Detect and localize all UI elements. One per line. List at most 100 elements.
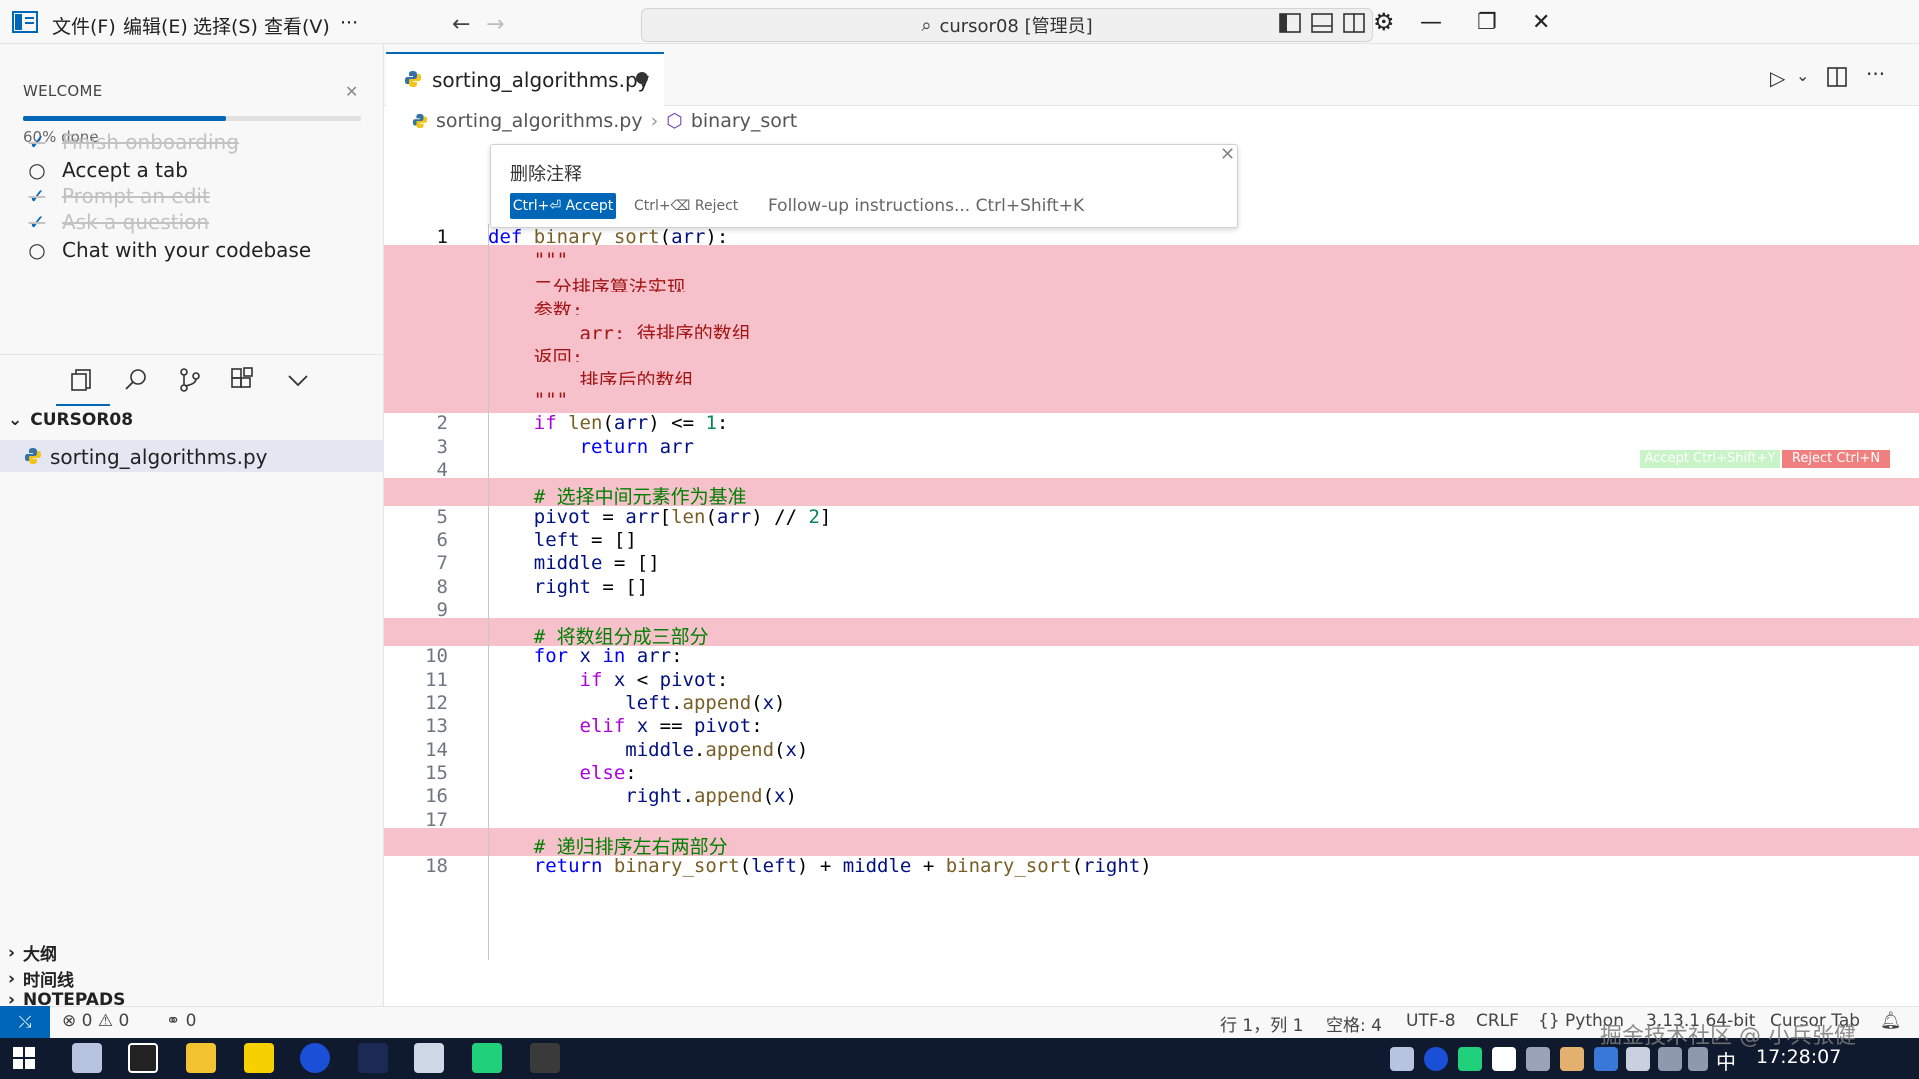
- back-arrow-icon[interactable]: ←: [452, 12, 470, 37]
- taskbar-file-explorer-icon[interactable]: [186, 1043, 216, 1073]
- onboarding-task[interactable]: ✓ Ask a question: [26, 210, 209, 234]
- indentation-setting[interactable]: 空格: 4: [1326, 1011, 1382, 1036]
- editor-tab-label: sorting_algorithms.py: [432, 68, 650, 92]
- watermark-text: 掘金技术社区 @ 小兵张健: [1600, 1024, 1856, 1049]
- tray-volume-icon[interactable]: [1688, 1047, 1708, 1071]
- accept-button[interactable]: Ctrl+⏎ Accept: [510, 193, 616, 219]
- onboarding-task[interactable]: ○ Chat with your codebase: [26, 238, 311, 262]
- settings-gear-icon[interactable]: ⚙: [1373, 8, 1395, 36]
- taskbar-avatar-app-icon[interactable]: [72, 1043, 102, 1073]
- timeline-label: 时间线: [23, 971, 75, 991]
- inline-edit-prompt: 删除注释: [510, 164, 582, 185]
- menu-view[interactable]: 查看(V): [264, 12, 330, 39]
- checkmark-icon: ✓: [28, 184, 46, 208]
- close-window-button[interactable]: ✕: [1532, 10, 1550, 35]
- tray-todo-icon[interactable]: [1424, 1047, 1448, 1071]
- breadcrumb-symbol[interactable]: binary_sort: [691, 110, 797, 132]
- code-line: 18 return binary_sort(left) + middle + b…: [384, 851, 1919, 879]
- ports-indicator[interactable]: ⚭ 0: [166, 1011, 196, 1031]
- line-number: 18: [425, 855, 448, 878]
- warning-icon: ⚠: [97, 1011, 114, 1031]
- checkmark-icon: ✓: [28, 130, 46, 154]
- breadcrumb-separator-icon: ›: [650, 110, 659, 132]
- outline-section-header[interactable]: › 大纲: [8, 940, 58, 966]
- explorer-icon[interactable]: [68, 366, 96, 394]
- onboarding-task[interactable]: ✓ Prompt an edit: [26, 184, 210, 208]
- menu-more[interactable]: ···: [340, 12, 358, 34]
- taskbar-media-player-icon[interactable]: [244, 1043, 274, 1073]
- timeline-section-header[interactable]: › 时间线: [8, 966, 75, 992]
- tray-network-icon[interactable]: [1526, 1047, 1550, 1071]
- tray-intellij-icon[interactable]: [1492, 1047, 1516, 1071]
- taskbar-pycharm-icon[interactable]: [472, 1043, 502, 1073]
- chevron-down-icon[interactable]: [284, 366, 312, 394]
- active-view-indicator: [56, 404, 110, 406]
- run-dropdown-chevron-icon[interactable]: ⌄: [1796, 66, 1809, 85]
- windows-start-icon[interactable]: [12, 1046, 36, 1070]
- cube-symbol-icon: ⬡: [666, 110, 683, 132]
- minimize-button[interactable]: —: [1420, 10, 1442, 35]
- python-file-icon: [405, 71, 421, 87]
- menu-file[interactable]: 文件(F): [52, 12, 116, 39]
- welcome-close-icon[interactable]: ✕: [345, 82, 358, 101]
- tray-wifi-icon[interactable]: [1658, 1047, 1682, 1071]
- cursor-position[interactable]: 行 1，列 1: [1220, 1011, 1303, 1036]
- breadcrumb-file[interactable]: sorting_algorithms.py: [436, 110, 643, 132]
- tray-avatar-icon[interactable]: [1390, 1047, 1414, 1071]
- more-actions-icon[interactable]: ···: [1866, 62, 1885, 86]
- taskbar-editor-icon[interactable]: [414, 1043, 444, 1073]
- reject-button[interactable]: Ctrl+⌫ Reject: [634, 198, 738, 214]
- source-control-icon[interactable]: [176, 366, 204, 394]
- tray-pet-icon[interactable]: [1560, 1047, 1584, 1071]
- onboarding-task-label: Chat with your codebase: [62, 238, 312, 262]
- tray-display-icon[interactable]: [1594, 1047, 1618, 1071]
- inline-reject-button[interactable]: Reject Ctrl+N: [1782, 450, 1890, 468]
- broadcast-icon: ⚭: [166, 1011, 181, 1031]
- warning-count: 0: [118, 1011, 130, 1031]
- explorer-folder-header[interactable]: ⌄ CURSOR08: [8, 410, 133, 430]
- indent-guide: [488, 224, 489, 960]
- search-view-icon[interactable]: [122, 366, 150, 394]
- encoding-setting[interactable]: UTF-8: [1406, 1011, 1456, 1031]
- run-icon[interactable]: ▷: [1770, 66, 1785, 90]
- chevron-right-icon: ›: [8, 968, 16, 989]
- onboarding-task-label: Prompt an edit: [62, 184, 210, 208]
- taskbar-cursor-icon[interactable]: [530, 1043, 560, 1073]
- toggle-panel-icon[interactable]: [1310, 12, 1334, 34]
- code-editor[interactable]: 1 def binary_sort(arr): """ 二分排序算法实现 参数: …: [384, 224, 1919, 1006]
- braces-icon: {}: [1538, 1011, 1560, 1031]
- sidebar-divider: [0, 354, 384, 355]
- unsaved-indicator-icon[interactable]: [636, 72, 648, 84]
- notifications-bell-icon[interactable]: 🔔︎: [1880, 1011, 1902, 1031]
- forward-arrow-icon[interactable]: →: [486, 12, 504, 37]
- tray-battery-icon[interactable]: [1626, 1047, 1650, 1071]
- close-popup-icon[interactable]: ✕: [1220, 144, 1235, 165]
- circle-icon: ○: [28, 158, 46, 182]
- onboarding-task-label: Ask a question: [62, 210, 210, 234]
- error-count: 0: [81, 1011, 93, 1031]
- eol-setting[interactable]: CRLF: [1476, 1011, 1519, 1031]
- outline-label: 大纲: [23, 945, 58, 965]
- toggle-primary-sidebar-icon[interactable]: [1278, 12, 1302, 34]
- command-center-search[interactable]: ⌕ cursor08 [管理员]: [641, 8, 1373, 42]
- restore-button[interactable]: ❐: [1477, 10, 1497, 35]
- extensions-icon[interactable]: [228, 366, 256, 394]
- onboarding-task[interactable]: ○ Accept a tab: [26, 158, 188, 182]
- tray-pycharm-icon[interactable]: [1458, 1047, 1482, 1071]
- menu-edit[interactable]: 编辑(E): [123, 12, 188, 39]
- taskbar-game-icon[interactable]: [358, 1043, 388, 1073]
- inline-accept-button[interactable]: Accept Ctrl+Shift+Y: [1640, 450, 1780, 468]
- taskbar-intellij-icon[interactable]: [128, 1043, 158, 1073]
- taskbar-todo-icon[interactable]: [300, 1043, 330, 1073]
- problems-indicator[interactable]: ⊗ 0 ⚠ 0: [62, 1011, 129, 1031]
- toggle-secondary-sidebar-icon[interactable]: [1342, 12, 1366, 34]
- checkmark-icon: ✓: [28, 210, 46, 234]
- menu-selection[interactable]: 选择(S): [193, 12, 258, 39]
- remote-connection-icon[interactable]: ⤯: [0, 1006, 50, 1038]
- file-tree-item-label: sorting_algorithms.py: [50, 445, 268, 469]
- followup-instructions-input[interactable]: Follow-up instructions... Ctrl+Shift+K: [768, 196, 1084, 216]
- onboarding-task[interactable]: ✓ Finish onboarding: [26, 130, 239, 154]
- app-logo-icon: [12, 11, 38, 33]
- ime-indicator[interactable]: 中: [1716, 1046, 1736, 1075]
- split-editor-icon[interactable]: [1826, 66, 1848, 88]
